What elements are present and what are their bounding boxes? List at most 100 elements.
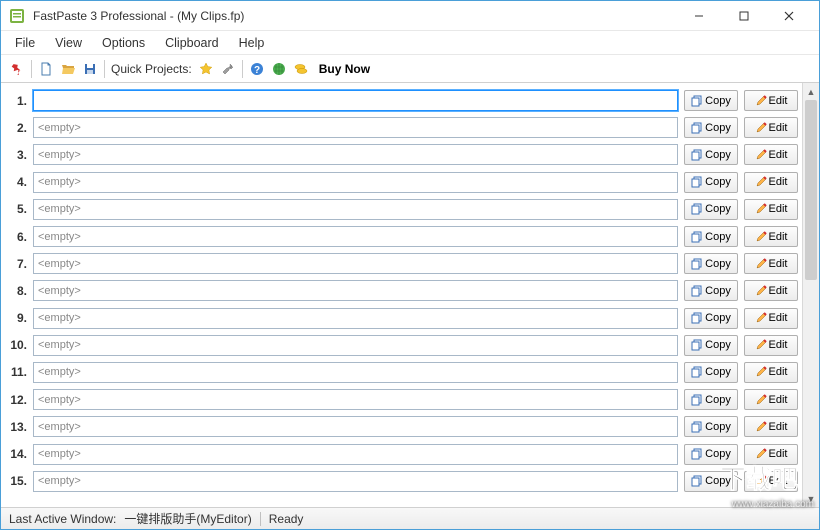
copy-label: Copy bbox=[705, 312, 731, 324]
clip-input[interactable] bbox=[33, 90, 678, 111]
menu-help[interactable]: Help bbox=[229, 34, 275, 52]
coins-icon[interactable] bbox=[293, 61, 309, 77]
row-number: 14. bbox=[5, 447, 27, 461]
copy-label: Copy bbox=[705, 339, 731, 351]
row-number: 3. bbox=[5, 148, 27, 162]
vertical-scrollbar[interactable]: ▲ ▼ bbox=[802, 83, 819, 507]
copy-label: Copy bbox=[705, 394, 731, 406]
edit-label: Edit bbox=[769, 448, 788, 460]
edit-button[interactable]: Edit bbox=[744, 199, 798, 220]
wrench-icon[interactable] bbox=[220, 61, 236, 77]
edit-button[interactable]: Edit bbox=[744, 253, 798, 274]
svg-text:?: ? bbox=[254, 65, 260, 76]
scroll-down-button[interactable]: ▼ bbox=[803, 490, 819, 507]
copy-icon bbox=[691, 122, 703, 134]
minimize-button[interactable] bbox=[676, 2, 721, 30]
edit-label: Edit bbox=[769, 203, 788, 215]
clip-input[interactable] bbox=[33, 280, 678, 301]
app-icon bbox=[9, 8, 25, 24]
clip-input[interactable] bbox=[33, 444, 678, 465]
clip-input[interactable] bbox=[33, 226, 678, 247]
clip-input[interactable] bbox=[33, 416, 678, 437]
copy-label: Copy bbox=[705, 231, 731, 243]
copy-icon bbox=[691, 231, 703, 243]
row-number: 8. bbox=[5, 284, 27, 298]
clip-input[interactable] bbox=[33, 117, 678, 138]
copy-button[interactable]: Copy bbox=[684, 444, 738, 465]
clip-input[interactable] bbox=[33, 253, 678, 274]
menu-file[interactable]: File bbox=[5, 34, 45, 52]
edit-button[interactable]: Edit bbox=[744, 226, 798, 247]
clip-input[interactable] bbox=[33, 389, 678, 410]
copy-button[interactable]: Copy bbox=[684, 172, 738, 193]
open-folder-icon[interactable] bbox=[60, 61, 76, 77]
menubar: File View Options Clipboard Help bbox=[1, 31, 819, 55]
copy-button[interactable]: Copy bbox=[684, 416, 738, 437]
copy-button[interactable]: Copy bbox=[684, 335, 738, 356]
new-file-icon[interactable] bbox=[38, 61, 54, 77]
edit-icon bbox=[755, 448, 767, 460]
row-number: 10. bbox=[5, 338, 27, 352]
copy-button[interactable]: Copy bbox=[684, 226, 738, 247]
clip-row: 5.CopyEdit bbox=[5, 196, 802, 223]
edit-icon bbox=[755, 475, 767, 487]
clip-row: 12. Copy Edit bbox=[5, 386, 802, 413]
copy-button[interactable]: Copy bbox=[684, 362, 738, 383]
scroll-thumb[interactable] bbox=[805, 100, 817, 280]
copy-button[interactable]: Copy bbox=[684, 308, 738, 329]
copy-button[interactable]: Copy bbox=[684, 199, 738, 220]
buy-now-button[interactable]: Buy Now bbox=[315, 62, 374, 76]
copy-button[interactable]: Copy bbox=[684, 144, 738, 165]
edit-button[interactable]: Edit bbox=[744, 389, 798, 410]
clip-input[interactable] bbox=[33, 471, 678, 492]
pin-icon[interactable] bbox=[9, 61, 25, 77]
edit-button[interactable]: Edit bbox=[744, 416, 798, 437]
row-number: 4. bbox=[5, 175, 27, 189]
edit-label: Edit bbox=[769, 339, 788, 351]
copy-button[interactable]: Copy bbox=[684, 280, 738, 301]
edit-icon bbox=[755, 394, 767, 406]
menu-view[interactable]: View bbox=[45, 34, 92, 52]
scroll-track[interactable] bbox=[803, 100, 819, 490]
menu-options[interactable]: Options bbox=[92, 34, 155, 52]
edit-button[interactable]: Edit bbox=[744, 362, 798, 383]
clip-input[interactable] bbox=[33, 199, 678, 220]
clip-input[interactable] bbox=[33, 362, 678, 383]
statusbar: Last Active Window: 一键排版助手(MyEditor) Rea… bbox=[1, 507, 819, 529]
edit-button[interactable]: Edit bbox=[744, 117, 798, 138]
copy-button[interactable]: Copy bbox=[684, 253, 738, 274]
copy-button[interactable]: Copy bbox=[684, 389, 738, 410]
copy-icon bbox=[691, 176, 703, 188]
edit-icon bbox=[755, 122, 767, 134]
copy-button[interactable]: Copy bbox=[684, 471, 738, 492]
edit-button[interactable]: Edit bbox=[744, 444, 798, 465]
edit-button[interactable]: Edit bbox=[744, 335, 798, 356]
copy-button[interactable]: Copy bbox=[684, 117, 738, 138]
maximize-button[interactable] bbox=[721, 2, 766, 30]
clip-input[interactable] bbox=[33, 144, 678, 165]
edit-button[interactable]: Edit bbox=[744, 90, 798, 111]
globe-icon[interactable] bbox=[271, 61, 287, 77]
edit-button[interactable]: Edit bbox=[744, 308, 798, 329]
row-number: 12. bbox=[5, 393, 27, 407]
copy-icon bbox=[691, 421, 703, 433]
scroll-up-button[interactable]: ▲ bbox=[803, 83, 819, 100]
star-icon[interactable] bbox=[198, 61, 214, 77]
clip-input[interactable] bbox=[33, 172, 678, 193]
copy-label: Copy bbox=[705, 95, 731, 107]
clip-input[interactable] bbox=[33, 308, 678, 329]
edit-label: Edit bbox=[769, 176, 788, 188]
edit-label: Edit bbox=[769, 149, 788, 161]
clip-input[interactable] bbox=[33, 335, 678, 356]
save-icon[interactable] bbox=[82, 61, 98, 77]
close-button[interactable] bbox=[766, 2, 811, 30]
help-icon[interactable]: ? bbox=[249, 61, 265, 77]
edit-button[interactable]: Edit bbox=[744, 172, 798, 193]
copy-label: Copy bbox=[705, 421, 731, 433]
menu-clipboard[interactable]: Clipboard bbox=[155, 34, 229, 52]
clip-row: 11.CopyEdit bbox=[5, 359, 802, 386]
edit-button[interactable]: Edit bbox=[744, 144, 798, 165]
edit-button[interactable]: Edit bbox=[744, 471, 798, 492]
edit-button[interactable]: Edit bbox=[744, 280, 798, 301]
copy-button[interactable]: Copy bbox=[684, 90, 738, 111]
